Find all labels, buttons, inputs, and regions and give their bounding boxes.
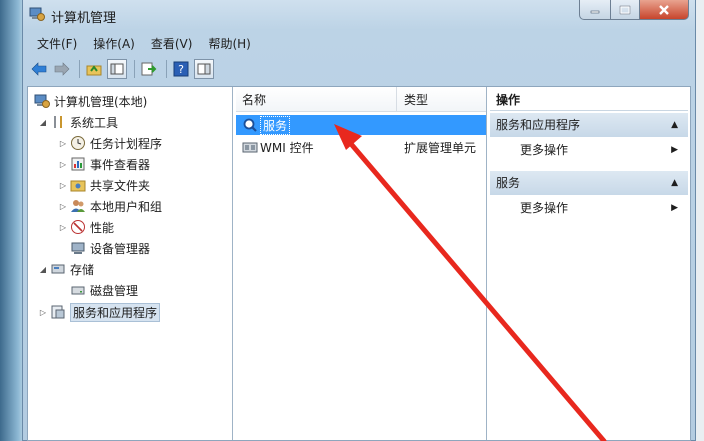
window-title: 计算机管理	[51, 11, 117, 26]
storage-icon	[50, 261, 66, 277]
tree-label: 本地用户和组	[90, 199, 163, 214]
actions-section-services-apps[interactable]: 服务和应用程序 ▲	[490, 113, 688, 137]
tree-label: 存储	[70, 262, 95, 277]
main-content: 计算机管理(本地) ◢ 系统工具 ▷ 任务计划程序 ▷ 事件查看器 ▷ 共享文件…	[27, 86, 691, 441]
section-label: 服务	[496, 176, 521, 190]
menu-view[interactable]: 查看(V)	[143, 35, 201, 52]
menu-help[interactable]: 帮助(H)	[200, 35, 258, 52]
services-apps-icon	[50, 304, 66, 320]
title-bar[interactable]: 计算机管理	[23, 0, 695, 30]
collapse-arrow-icon[interactable]: ◢	[38, 265, 48, 274]
tree-label: 设备管理器	[90, 241, 151, 256]
performance-icon	[70, 219, 86, 235]
actions-pane: 操作 服务和应用程序 ▲ 更多操作 ▶ 服务 ▲ 更多操作 ▶	[490, 87, 690, 440]
list-item-name: 服务	[260, 115, 291, 135]
expand-arrow-icon[interactable]: ▷	[58, 223, 68, 232]
toolbar-separator	[79, 60, 80, 78]
toolbar-separator	[166, 60, 167, 78]
action-label: 更多操作	[520, 201, 569, 215]
collapse-arrow-icon[interactable]: ◢	[38, 118, 48, 127]
tools-icon	[50, 114, 66, 130]
more-actions-item[interactable]: 更多操作 ▶	[490, 139, 688, 161]
list-item-services[interactable]: 服务	[236, 115, 486, 135]
tree-label: 性能	[90, 220, 115, 235]
properties-icon[interactable]	[194, 59, 214, 79]
show-tree-icon[interactable]	[107, 59, 127, 79]
tree-label: 任务计划程序	[90, 136, 163, 151]
expand-arrow-icon[interactable]: ▷	[38, 308, 48, 317]
tree-label: 事件查看器	[90, 157, 151, 172]
submenu-arrow-icon: ▶	[671, 203, 678, 213]
tree-label: 服务和应用程序	[70, 302, 161, 322]
list-item-wmi[interactable]: WMI 控件 扩展管理单元	[236, 137, 486, 157]
tree-item-system-tools[interactable]: ◢ 系统工具	[38, 112, 118, 132]
export-icon[interactable]	[139, 59, 159, 79]
menu-file[interactable]: 文件(F)	[29, 35, 85, 52]
svg-text:?: ?	[178, 63, 184, 76]
list-view: 名称 类型 服务 WMI 控件 扩展管理单元	[236, 87, 487, 440]
toolbar: ?	[29, 56, 689, 82]
tree-item-storage[interactable]: ◢ 存储	[38, 259, 94, 279]
tree-item-disk-management[interactable]: 磁盘管理	[70, 280, 138, 300]
tree-label: 共享文件夹	[90, 178, 151, 193]
tree-item-device-manager[interactable]: 设备管理器	[70, 238, 150, 258]
computer-management-icon	[29, 6, 45, 22]
back-icon[interactable]	[29, 59, 49, 79]
column-header-type[interactable]: 类型	[404, 91, 428, 108]
services-icon	[242, 117, 258, 133]
event-viewer-icon	[70, 156, 86, 172]
wmi-control-icon	[242, 139, 258, 155]
tree-label: 计算机管理(本地)	[54, 94, 148, 109]
actions-title: 操作	[490, 89, 688, 111]
more-actions-item[interactable]: 更多操作 ▶	[490, 197, 688, 219]
computer-management-icon	[34, 93, 50, 109]
shared-folder-icon	[70, 177, 86, 193]
tree-item-root[interactable]: 计算机管理(本地)	[34, 91, 147, 111]
tree-item-task-scheduler[interactable]: ▷ 任务计划程序	[58, 133, 162, 153]
expand-arrow-icon[interactable]: ▷	[58, 202, 68, 211]
expand-arrow-icon[interactable]: ▷	[58, 139, 68, 148]
computer-management-window: 计算机管理 文件(F) 操作(A) 查看(V) 帮助(H) ? 计算机管理(本地…	[22, 0, 696, 441]
users-icon	[70, 198, 86, 214]
expand-arrow-icon[interactable]: ▷	[58, 160, 68, 169]
minimize-button[interactable]	[579, 0, 611, 20]
list-item-type: 扩展管理单元	[404, 140, 477, 155]
action-label: 更多操作	[520, 143, 569, 157]
tree-item-services-apps[interactable]: ▷ 服务和应用程序	[38, 302, 161, 322]
actions-section-services[interactable]: 服务 ▲	[490, 171, 688, 195]
submenu-arrow-icon: ▶	[671, 145, 678, 155]
tree-label: 磁盘管理	[90, 283, 139, 298]
section-label: 服务和应用程序	[496, 118, 581, 132]
tree-item-event-viewer[interactable]: ▷ 事件查看器	[58, 154, 150, 174]
menu-action[interactable]: 操作(A)	[85, 35, 143, 52]
list-header: 名称 类型	[236, 87, 486, 112]
device-manager-icon	[70, 240, 86, 256]
column-divider[interactable]	[396, 87, 397, 111]
collapse-triangle-icon[interactable]: ▲	[671, 171, 678, 195]
maximize-button[interactable]	[610, 0, 640, 20]
menu-bar: 文件(F) 操作(A) 查看(V) 帮助(H)	[29, 32, 689, 54]
tree-label: 系统工具	[70, 115, 119, 130]
help-icon[interactable]: ?	[171, 59, 191, 79]
close-button[interactable]	[639, 0, 689, 20]
collapse-triangle-icon[interactable]: ▲	[671, 113, 678, 137]
forward-icon[interactable]	[52, 59, 72, 79]
disk-icon	[70, 282, 86, 298]
clock-icon	[70, 135, 86, 151]
up-folder-icon[interactable]	[84, 59, 104, 79]
tree-item-performance[interactable]: ▷ 性能	[58, 217, 114, 237]
tree-item-shared-folders[interactable]: ▷ 共享文件夹	[58, 175, 150, 195]
toolbar-separator	[134, 60, 135, 78]
list-item-name: WMI 控件	[260, 140, 314, 155]
tree-item-local-users[interactable]: ▷ 本地用户和组	[58, 196, 162, 216]
navigation-tree: 计算机管理(本地) ◢ 系统工具 ▷ 任务计划程序 ▷ 事件查看器 ▷ 共享文件…	[28, 87, 233, 440]
expand-arrow-icon[interactable]: ▷	[58, 181, 68, 190]
column-header-name[interactable]: 名称	[242, 91, 266, 108]
